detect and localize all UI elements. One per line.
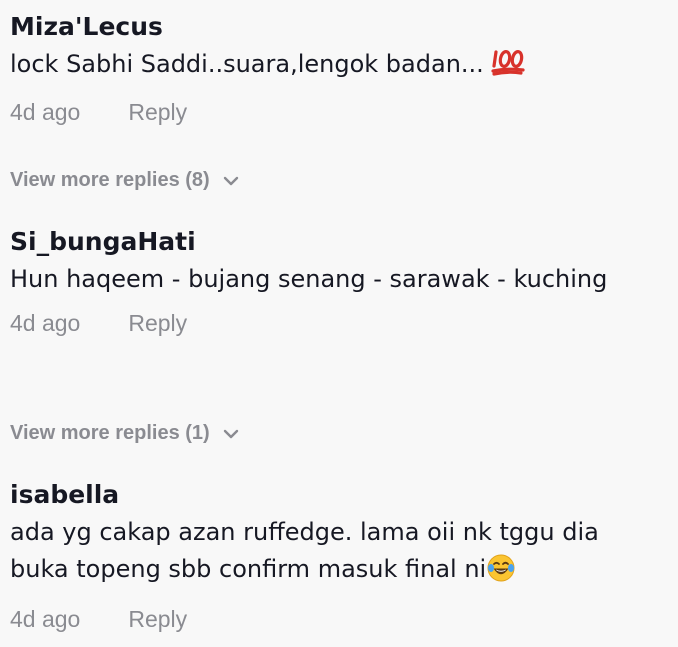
comment-timestamp: 4d ago <box>10 99 81 125</box>
view-more-replies-button[interactable]: View more replies (8) <box>10 167 240 193</box>
comment-meta: 4d ago Reply <box>10 97 650 127</box>
comment-text: lock Sabhi Saddi..suara,lengok badan... <box>10 46 650 87</box>
chevron-down-icon <box>222 424 240 442</box>
face-with-tears-of-joy-emoji-icon <box>486 553 516 594</box>
chevron-down-icon <box>222 171 240 189</box>
view-more-replies-label: View more replies (1) <box>10 422 210 444</box>
comment-text-content: Hun haqeem - bujang senang - sarawak - k… <box>10 265 608 293</box>
comment-username[interactable]: Miza'Lecus <box>10 12 650 42</box>
view-more-replies-button[interactable]: View more replies (1) <box>10 420 240 446</box>
comment-meta: 4d ago Reply <box>10 604 650 634</box>
comment-username[interactable]: isabella <box>10 480 650 510</box>
reply-button[interactable]: Reply <box>128 606 187 632</box>
comment-username[interactable]: Si_bungaHati <box>10 227 650 257</box>
reply-button[interactable]: Reply <box>128 99 187 125</box>
view-more-replies-label: View more replies (8) <box>10 169 210 191</box>
comment-item: Si_bungaHati Hun haqeem - bujang senang … <box>10 227 650 338</box>
comment-item: isabella ada yg cakap azan ruffedge. lam… <box>10 480 650 634</box>
comment-text: Hun haqeem - bujang senang - sarawak - k… <box>10 261 650 298</box>
reply-button[interactable]: Reply <box>128 310 187 336</box>
comment-item: Miza'Lecus lock Sabhi Saddi..suara,lengo… <box>10 12 650 127</box>
comment-meta: 4d ago Reply <box>10 308 650 338</box>
comment-text: ada yg cakap azan ruffedge. lama oii nk … <box>10 514 650 594</box>
hundred-points-emoji-icon <box>490 46 526 87</box>
comment-text-content: lock Sabhi Saddi..suara,lengok badan... <box>10 50 484 78</box>
comment-timestamp: 4d ago <box>10 606 81 632</box>
comment-timestamp: 4d ago <box>10 310 81 336</box>
